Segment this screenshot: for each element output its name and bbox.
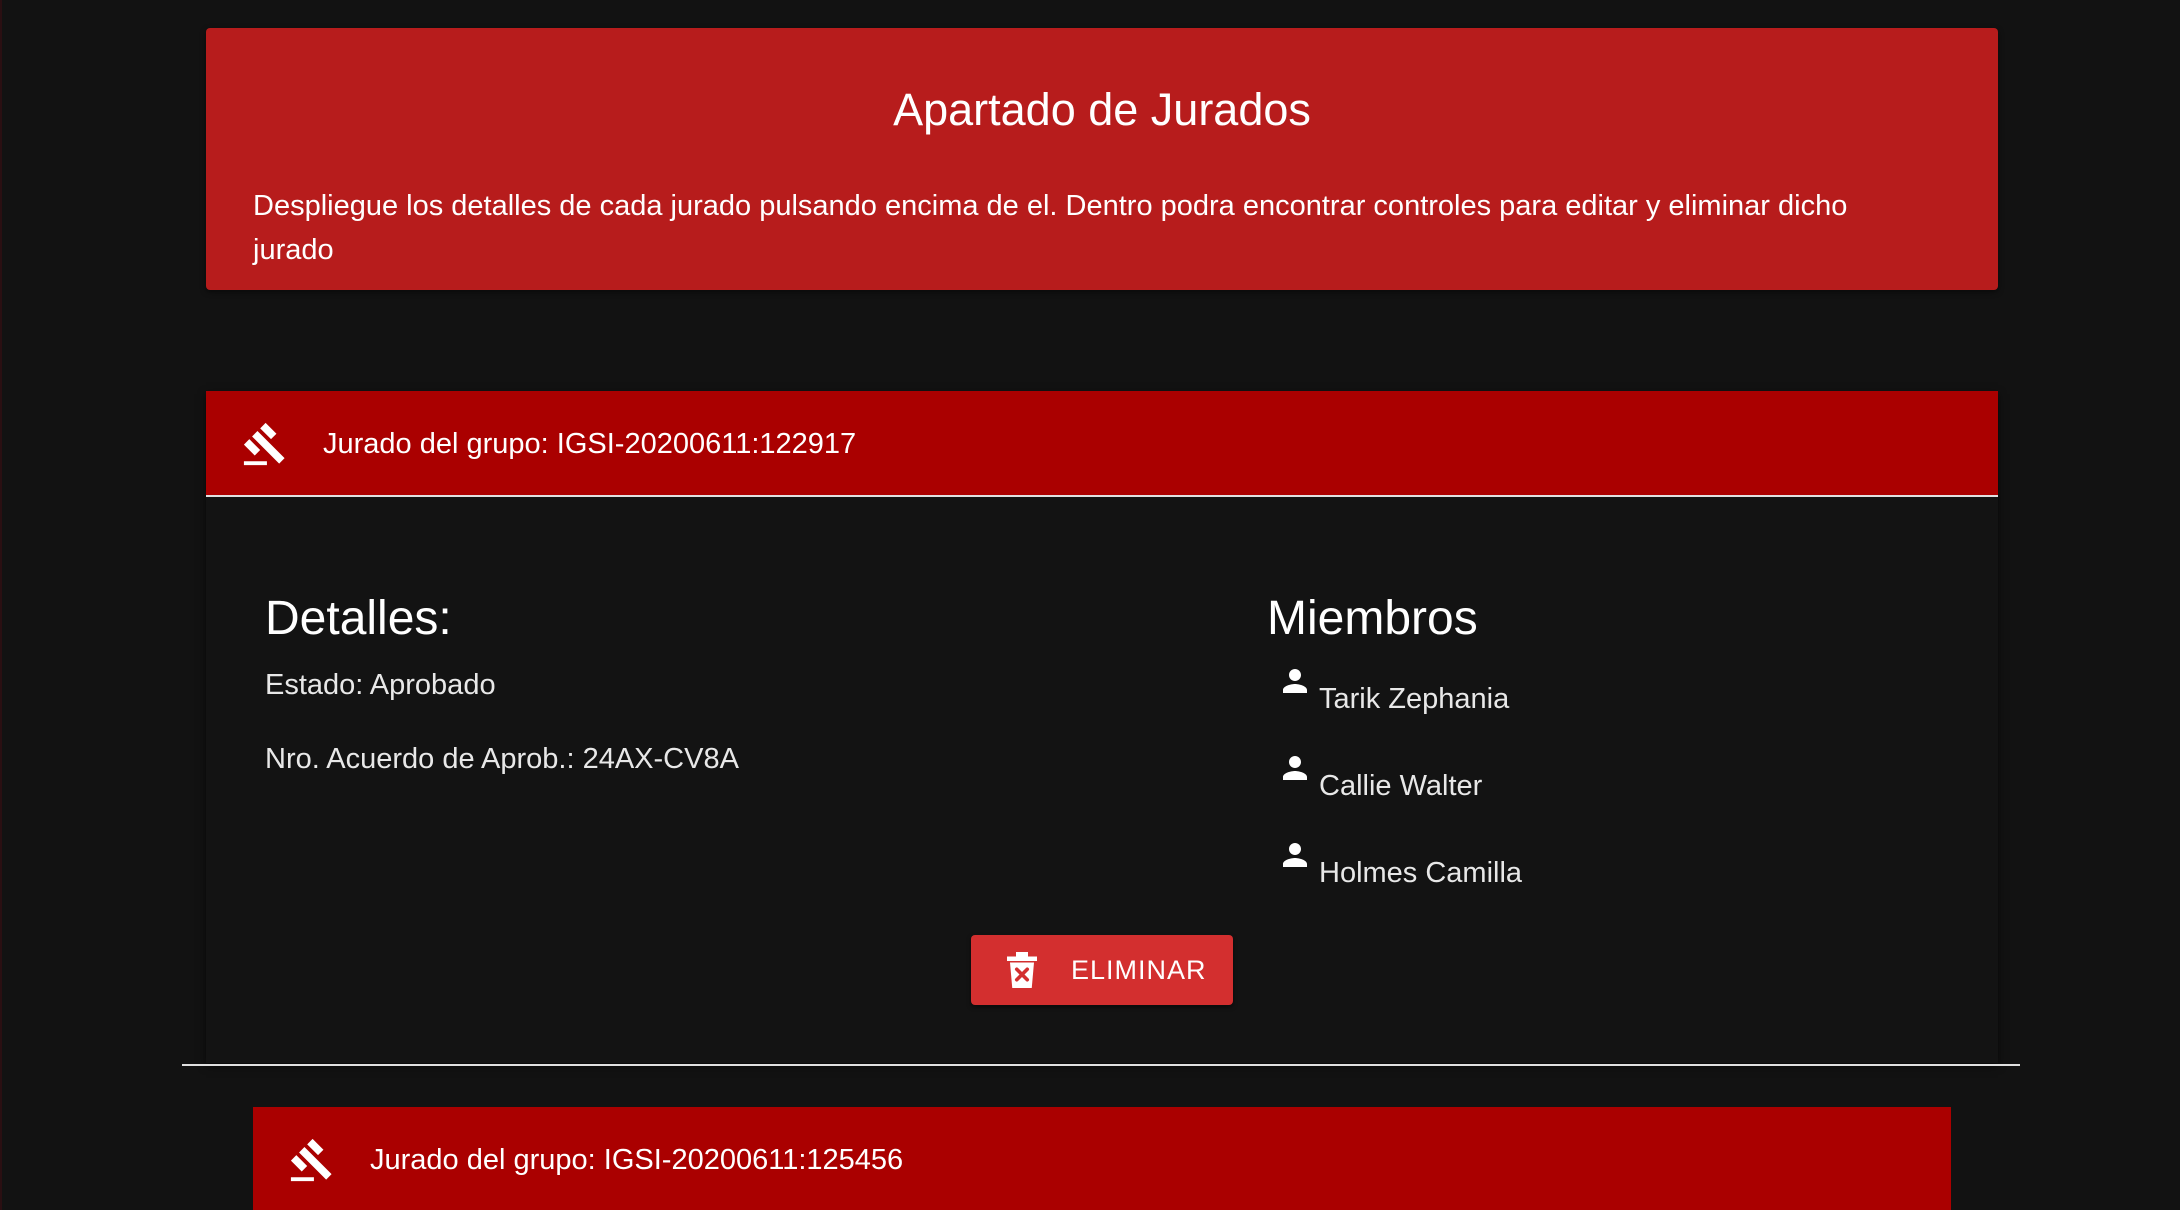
gavel-icon xyxy=(290,1138,332,1182)
delete-button[interactable]: ELIMINAR xyxy=(971,935,1233,1005)
gavel-icon xyxy=(243,422,285,466)
jury-panel-title: Jurado del grupo: IGSI-20200611:125456 xyxy=(370,1144,904,1176)
member-item: Callie Walter xyxy=(1267,756,1482,806)
divider xyxy=(182,1064,2020,1066)
jury-panel-header[interactable]: Jurado del grupo: IGSI-20200611:125456 xyxy=(253,1107,1951,1210)
jury-panel: Jurado del grupo: IGSI-20200611:122917 D… xyxy=(206,391,1998,1063)
member-name: Holmes Camilla xyxy=(1319,857,1523,889)
page: Apartado de Jurados Despliegue los detal… xyxy=(0,0,2180,1210)
info-banner: Apartado de Jurados Despliegue los detal… xyxy=(206,28,1998,290)
jury-panel-header[interactable]: Jurado del grupo: IGSI-20200611:122917 xyxy=(206,391,1998,497)
details-section: Detalles: Estado: Aprobado Nro. Acuerdo … xyxy=(265,591,739,779)
acuerdo-text: Nro. Acuerdo de Aprob.: 24AX-CV8A xyxy=(265,743,739,775)
member-item: Holmes Camilla xyxy=(1267,843,1522,893)
jury-panel-title: Jurado del grupo: IGSI-20200611:122917 xyxy=(323,428,857,460)
person-icon xyxy=(1283,756,1307,780)
delete-button-label: ELIMINAR xyxy=(1071,955,1207,985)
member-item: Tarik Zephania xyxy=(1267,669,1509,719)
estado-text: Estado: Aprobado xyxy=(265,669,496,701)
members-section: Miembros Tarik Zephania Callie Walter Ho… xyxy=(1267,591,1522,940)
member-name: Tarik Zephania xyxy=(1319,683,1510,715)
member-name: Callie Walter xyxy=(1319,770,1483,802)
person-icon xyxy=(1283,669,1307,693)
trash-icon xyxy=(1007,952,1037,988)
details-title: Detalles: xyxy=(265,592,452,645)
banner-description: Despliegue los detalles de cada jurado p… xyxy=(253,190,1848,266)
banner-title: Apartado de Jurados xyxy=(893,84,1311,135)
members-title: Miembros xyxy=(1267,592,1478,645)
person-icon xyxy=(1283,843,1307,867)
left-edge xyxy=(0,0,2,1210)
